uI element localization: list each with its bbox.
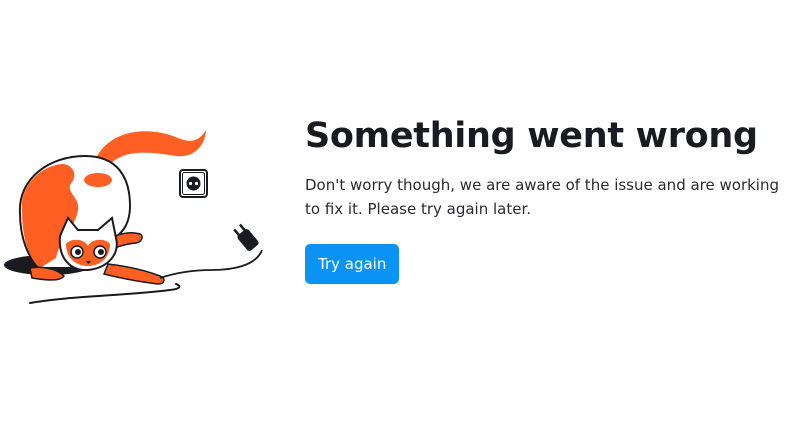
error-title: Something went wrong xyxy=(305,116,758,156)
unplugged-cat-illustration xyxy=(4,130,263,304)
try-again-button[interactable]: Try again xyxy=(305,244,400,284)
error-message: Don't worry though, we are aware of the … xyxy=(305,176,780,218)
error-content: Something went wrong Don't worry though,… xyxy=(305,112,795,284)
error-page: Something went wrong Don't worry though,… xyxy=(0,0,800,430)
